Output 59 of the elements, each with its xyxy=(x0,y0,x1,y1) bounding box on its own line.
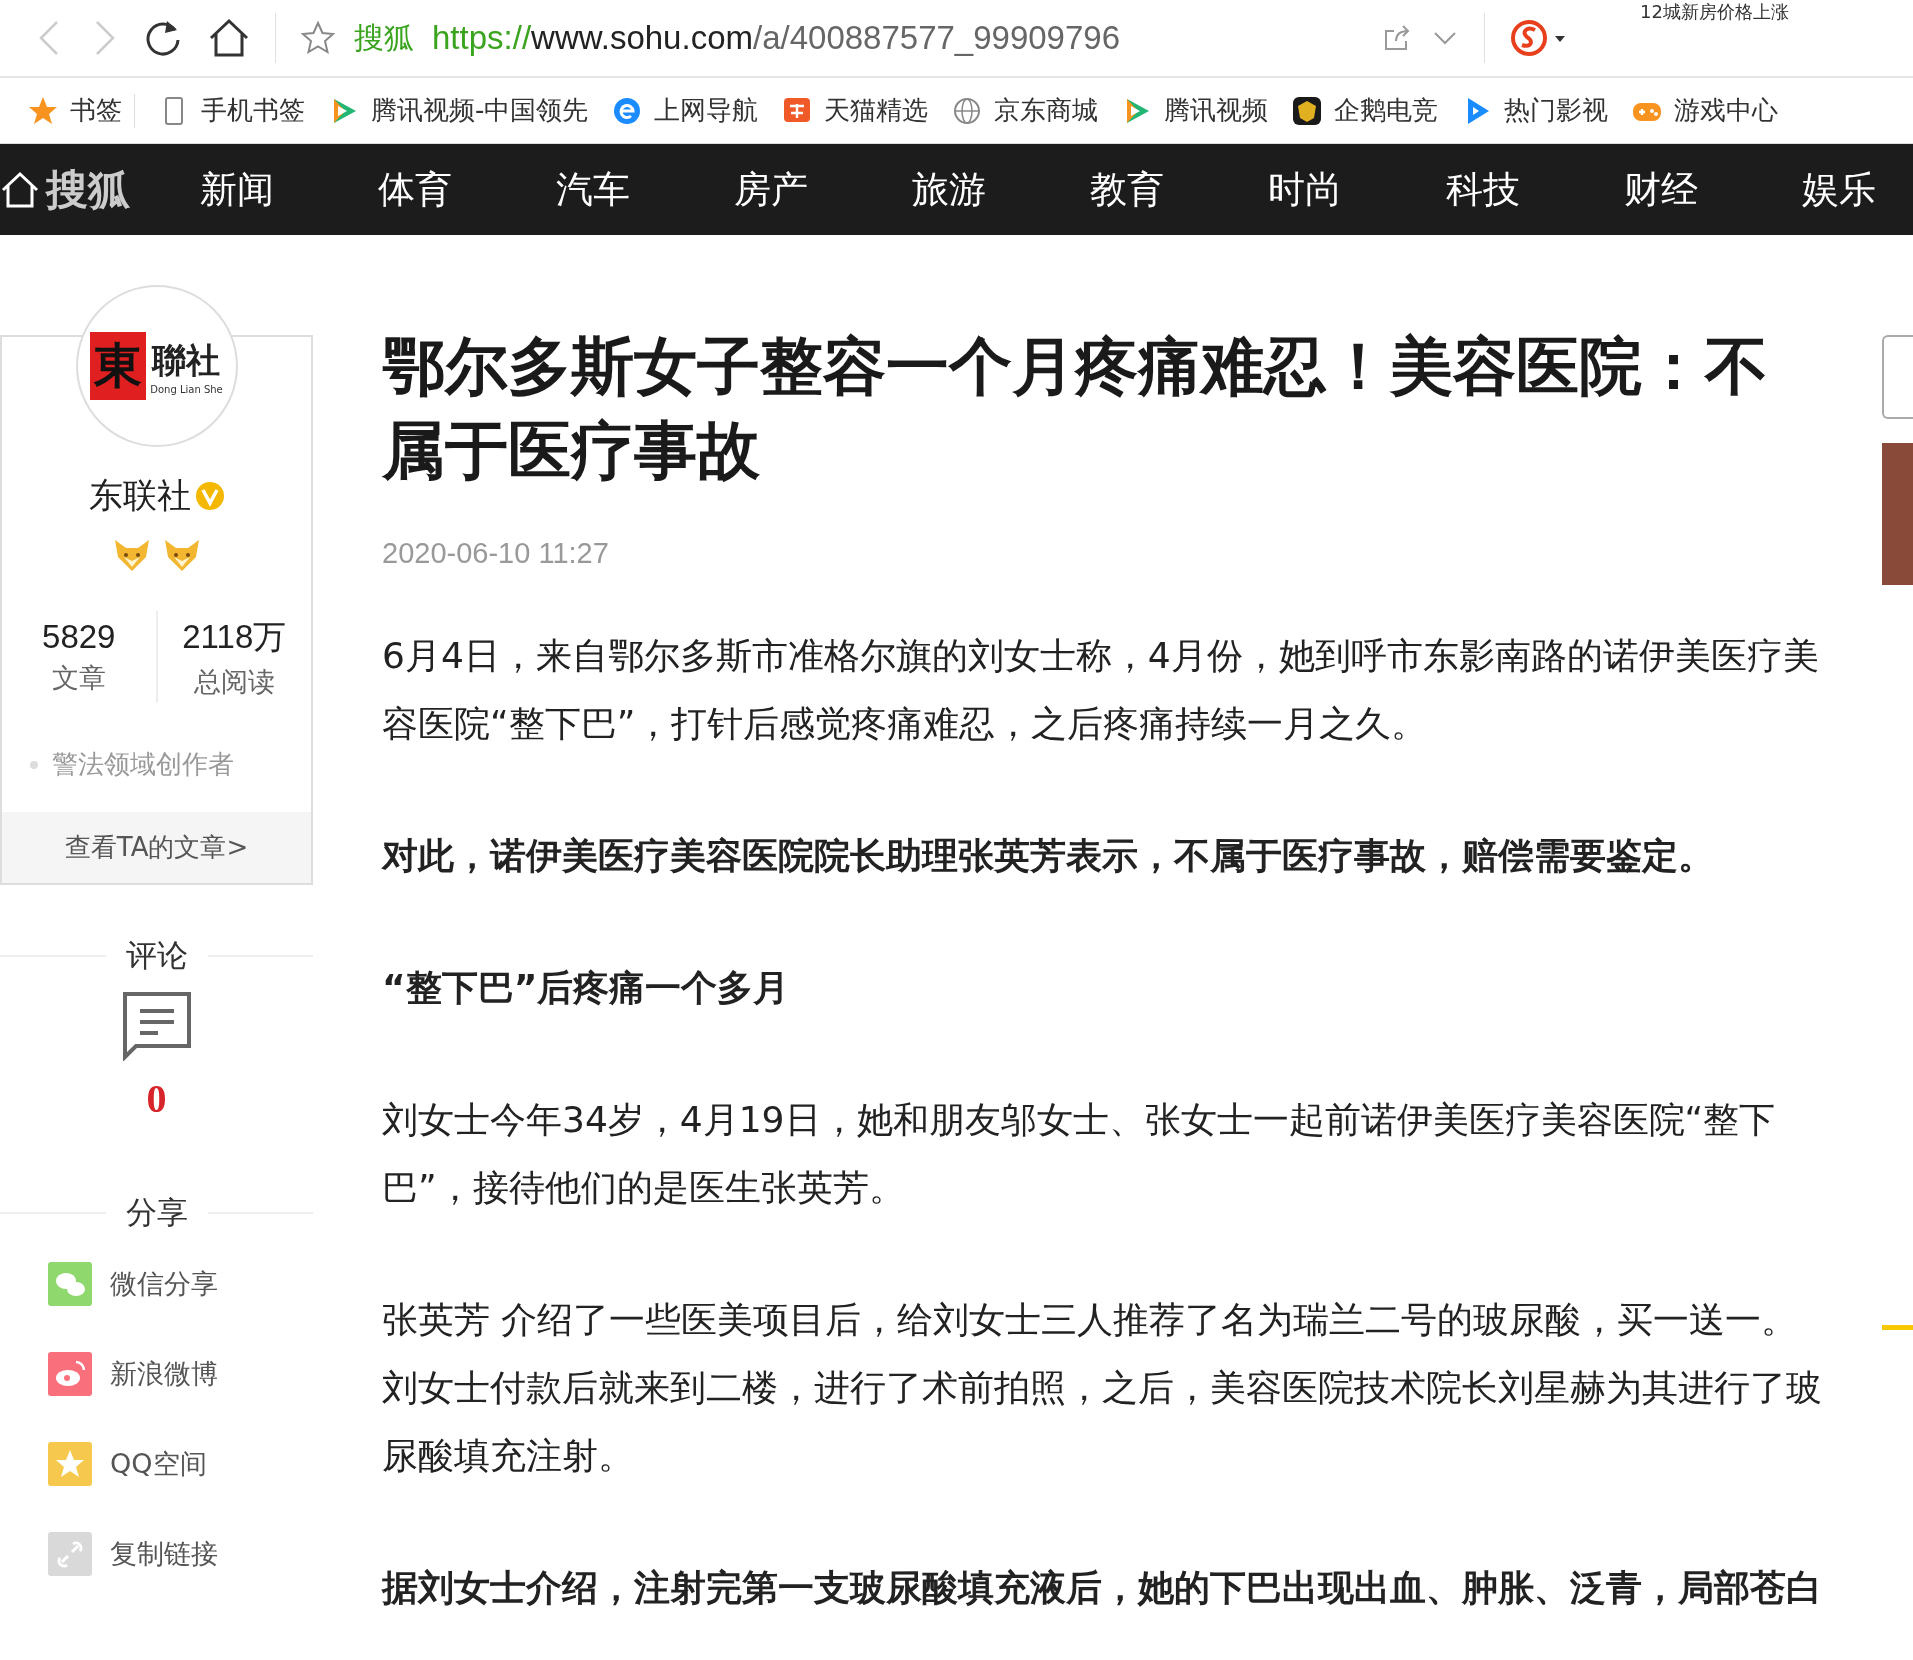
paragraph: 据刘女士介绍，注射完第一支玻尿酸填充液后，她的下巴出现出血、肿胀、泛青，局部苍白 xyxy=(382,1566,1822,1610)
share-option[interactable]: QQ空间 xyxy=(48,1442,207,1486)
nav-link[interactable]: 时尚 xyxy=(1268,164,1446,215)
bookmark-item[interactable]: 上网导航 xyxy=(612,93,759,128)
bookmark-item[interactable]: 手机书签 xyxy=(159,93,305,128)
nav-link[interactable]: 新闻 xyxy=(200,164,378,215)
site-name: 搜狐 xyxy=(354,18,414,57)
swirl-icon xyxy=(48,1352,92,1396)
author-name[interactable]: 东联社 xyxy=(88,473,191,519)
nav-link[interactable]: 汽车 xyxy=(556,164,734,215)
site-logo[interactable]: 搜狐 xyxy=(0,161,130,218)
star-icon xyxy=(300,20,336,56)
stat-value: 5829 xyxy=(42,618,116,656)
share-option[interactable]: 新浪微博 xyxy=(48,1352,218,1396)
paragraph: 6月4日，来自鄂尔多斯市准格尔旗的刘女士称，4月份，她到呼市东影南路的诺伊美医疗美容医院“整下巴”，打针后感觉疼痛难忍，之后疼痛持续一月之久。 xyxy=(382,634,1820,746)
paragraph: 张英芳 介绍了一些医美项目后，给刘女士三人推荐了名为瑞兰二号的玻尿酸，买一送一。刘女士付款后就来到二楼，进行了术前拍照，之后，美容医院技术院长刘星赫为其进行了玻尿酸填充注射。 xyxy=(382,1298,1822,1478)
nav-link[interactable]: 财经 xyxy=(1624,164,1802,215)
share-option[interactable]: 微信分享 xyxy=(48,1262,218,1306)
star-icon xyxy=(28,95,58,126)
article-title: 鄂尔多斯女子整容一个月疼痛难忍！美容医院：不属于医疗事故 xyxy=(382,329,1769,489)
section-heading: “整下巴”后疼痛一个多月 xyxy=(382,966,791,1010)
view-articles-button[interactable]: 查看TA的文章> xyxy=(2,812,311,883)
bookmark-item[interactable]: 京东商城 xyxy=(952,93,1099,128)
accent-bar xyxy=(1882,1325,1913,1330)
comment-icon[interactable] xyxy=(121,991,192,1061)
author-tag: 警法领域创作者 xyxy=(52,747,234,782)
nav-link[interactable]: 教育 xyxy=(1090,164,1268,215)
bookmark-item[interactable]: 天猫精选 xyxy=(782,93,929,128)
globe-icon xyxy=(952,95,983,126)
bookmark-item[interactable]: 腾讯视频-中国领先 xyxy=(329,93,589,128)
paragraph: 刘女士今年34岁，4月19日，她和朋友邬女士、张女士一起前诺伊美医疗美容医院“整下巴”，接待他们的是医生张英芳。 xyxy=(382,1098,1777,1210)
nav-link[interactable]: 科技 xyxy=(1446,164,1624,215)
home-icon[interactable] xyxy=(207,18,251,58)
home-icon xyxy=(0,169,40,210)
bookmark-item[interactable]: 腾讯视频 xyxy=(1122,93,1269,128)
bookmark-item[interactable]: 企鹅电竞 xyxy=(1292,93,1439,128)
share-icon[interactable] xyxy=(1382,23,1412,53)
comment-count: 0 xyxy=(146,1075,167,1122)
bookmark-item[interactable]: 书签 xyxy=(28,93,122,128)
address-bar[interactable]: 搜狐 https://www.sohu.com/a/400887577_99909796 xyxy=(300,10,1460,66)
nav-link[interactable]: 房产 xyxy=(734,164,912,215)
stat-label: 总阅读 xyxy=(193,664,275,699)
nav-link[interactable]: 娱乐 xyxy=(1802,164,1913,215)
url-text: https://www.sohu.com/a/400887577_99909796 xyxy=(432,19,1121,57)
bookmark-item[interactable]: 热门影视 xyxy=(1462,93,1609,128)
crest-icon xyxy=(1292,95,1323,126)
paragraph: 对此，诺伊美医疗美容医院院长助理张英芳表示，不属于医疗事故，赔偿需要鉴定。 xyxy=(382,834,1715,878)
stat-value: 2118万 xyxy=(182,616,287,657)
nav-link[interactable]: 旅游 xyxy=(912,164,1090,215)
publish-date: 2020-06-10 11:27 xyxy=(382,537,610,570)
bullet-icon xyxy=(30,760,38,769)
stat-label: 文章 xyxy=(51,661,106,695)
headline-ticker[interactable]: 12城新房价格上涨 xyxy=(1640,0,1789,24)
e-logo-icon xyxy=(612,95,643,126)
chat-bubbles-icon xyxy=(48,1262,92,1306)
nav-link[interactable]: 体育 xyxy=(378,164,556,215)
link-icon xyxy=(48,1532,92,1576)
share-option[interactable]: 复制链接 xyxy=(48,1532,218,1576)
bookmark-item[interactable]: 游戏中心 xyxy=(1632,93,1779,128)
